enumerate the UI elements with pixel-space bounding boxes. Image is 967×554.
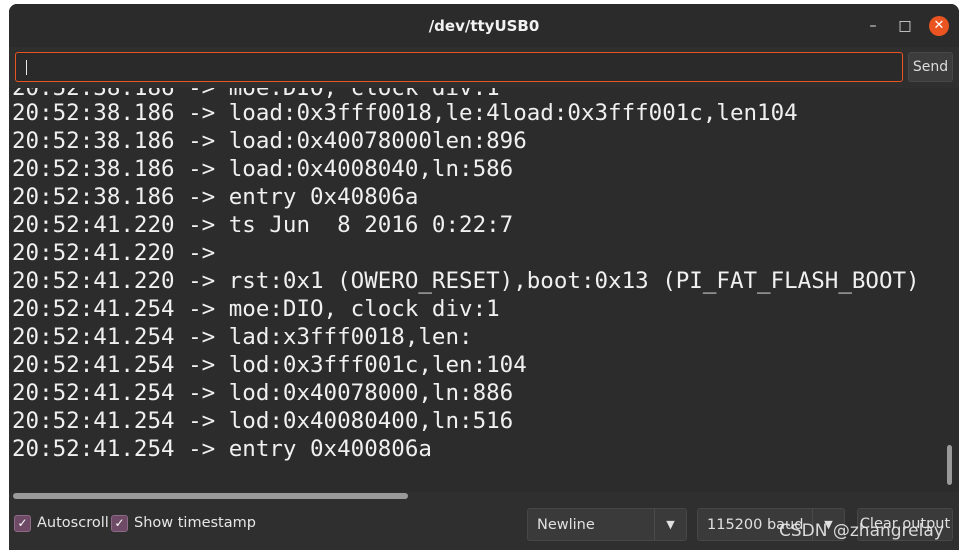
line-ending-select[interactable]: Newline ▼ (527, 508, 687, 541)
send-button[interactable]: Send (908, 52, 953, 82)
output-line: 20:52:38.186 -> load:0x4008040,ln:586 (12, 156, 514, 182)
window-title: /dev/ttyUSB0 (428, 17, 540, 35)
autoscroll-checkbox[interactable]: ✓ (14, 515, 31, 532)
serial-input[interactable] (15, 52, 903, 82)
send-bar: Send (9, 47, 959, 88)
autoscroll-label[interactable]: Autoscroll (37, 515, 109, 532)
show-timestamp-checkbox[interactable]: ✓ (111, 515, 128, 532)
output-line: 20:52:41.254 -> entry 0x400806a (12, 436, 432, 462)
output-line: 20:52:38.186 -> load:0x40078000len:896 (12, 128, 527, 154)
output-line: 20:52:41.254 -> moe:DIO, clock div:1 (12, 296, 500, 322)
output-line: 20:52:41.220 -> ts Jun 8 2016 0:22:7 (12, 212, 514, 238)
output-line: 20:52:41.254 -> lad:x3fff0018,len: (12, 324, 473, 350)
output-line: 20:52:41.254 -> lod:0x40080400,ln:516 (12, 408, 514, 434)
output-line: 20:52:38.186 -> load:0x3fff0018,le:4load… (12, 100, 798, 126)
serial-monitor-window: /dev/ttyUSB0 – □ ✕ Send 20:52:38.186 -> … (9, 4, 959, 550)
show-timestamp-label[interactable]: Show timestamp (134, 515, 256, 532)
minimize-icon[interactable]: – (864, 17, 882, 35)
chevron-down-icon[interactable]: ▼ (654, 509, 686, 540)
serial-output[interactable]: 20:52:38.186 -> moe:DIO, clock div:1 20:… (9, 88, 959, 492)
maximize-icon[interactable]: □ (896, 17, 914, 35)
vertical-scrollbar[interactable] (947, 445, 952, 485)
title-bar: /dev/ttyUSB0 – □ ✕ (9, 4, 959, 47)
watermark-text: CSDN @zhangrelay (779, 521, 944, 541)
output-line: 20:52:41.220 -> (12, 240, 229, 266)
output-line: 20:52:41.220 -> rst:0x1 (OWERO_RESET),bo… (12, 268, 920, 294)
close-icon[interactable]: ✕ (929, 16, 949, 36)
output-line: 20:52:41.254 -> lod:0x40078000,ln:886 (12, 380, 514, 406)
text-caret (26, 60, 27, 75)
output-line: 20:52:41.254 -> lod:0x3fff001c,len:104 (12, 352, 527, 378)
horizontal-scrollbar[interactable] (13, 493, 408, 499)
line-ending-value: Newline (537, 517, 595, 533)
output-line: 20:52:38.186 -> entry 0x40806a (12, 184, 419, 210)
